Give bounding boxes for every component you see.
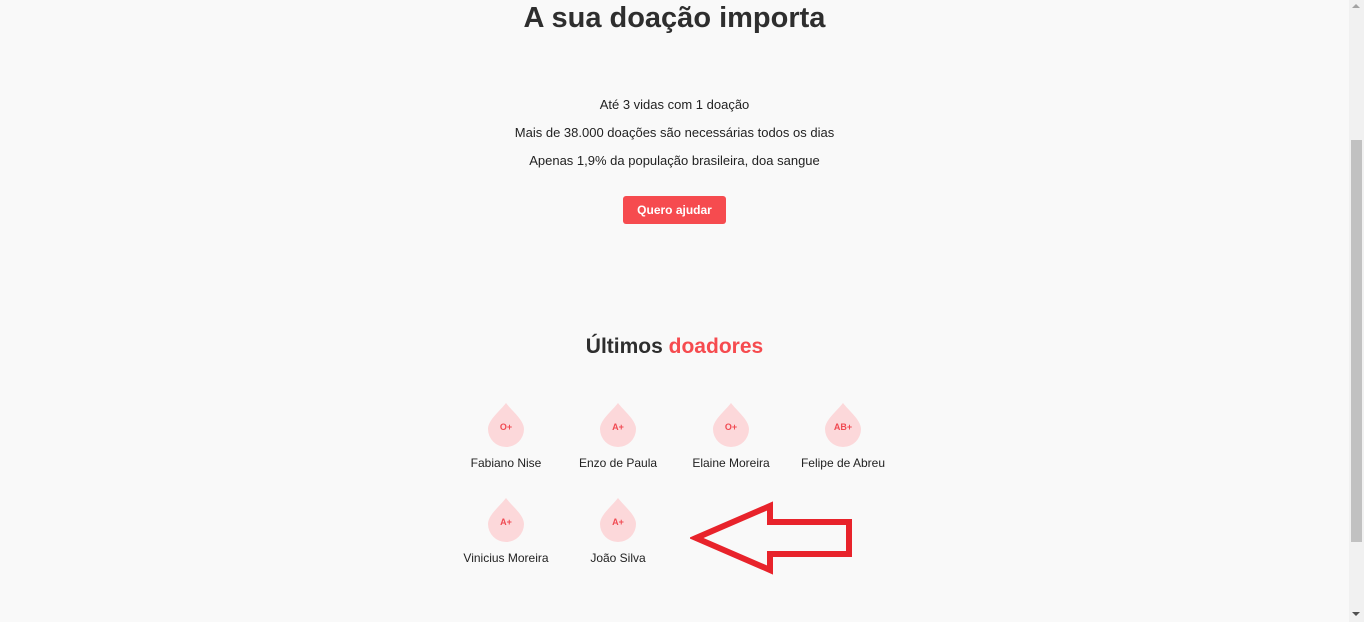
donor-name: Fabiano Nise — [470, 456, 542, 470]
blood-type-label: O+ — [499, 422, 513, 432]
blood-type-label: AB+ — [833, 422, 853, 432]
fact-population: Apenas 1,9% da população brasileira, doa… — [529, 153, 820, 168]
want-to-help-button[interactable]: Quero ajudar — [623, 196, 726, 224]
donor-name: Enzo de Paula — [578, 456, 658, 470]
blood-drop-icon: O+ — [713, 403, 749, 447]
blood-type-label: A+ — [612, 422, 624, 432]
blood-drop-icon: AB+ — [825, 403, 861, 447]
blood-drop-icon: A+ — [600, 498, 636, 542]
blood-drop-icon: A+ — [488, 498, 524, 542]
scrollbar-thumb[interactable] — [1351, 140, 1362, 542]
scroll-down-icon[interactable] — [1352, 612, 1360, 616]
donor-card: A+ Enzo de Paula — [562, 403, 674, 470]
blood-drop-icon: A+ — [600, 403, 636, 447]
donor-card: O+ Fabiano Nise — [450, 403, 562, 470]
vertical-scrollbar[interactable] — [1349, 0, 1364, 622]
blood-drop-icon: O+ — [488, 403, 524, 447]
hero-title: A sua doação importa — [523, 2, 826, 34]
blood-type-label: A+ — [612, 517, 624, 527]
donors-title-prefix: Últimos — [585, 335, 663, 358]
donor-name: Felipe de Abreu — [800, 456, 886, 470]
donor-name: Vinicius Moreira — [463, 551, 549, 565]
donors-title: Últimos doadores — [0, 333, 1349, 361]
donors-title-accent: doadores — [668, 335, 764, 358]
donor-card: AB+ Felipe de Abreu — [787, 403, 899, 470]
blood-type-label: O+ — [724, 422, 738, 432]
donor-name: João Silva — [590, 551, 646, 565]
blood-type-label: A+ — [500, 517, 512, 527]
donor-card: O+ Elaine Moreira — [675, 403, 787, 470]
page: A sua doação importa Até 3 vidas com 1 d… — [0, 0, 1349, 622]
scroll-up-icon[interactable] — [1352, 4, 1360, 8]
hero-facts: Até 3 vidas com 1 doação Mais de 38.000 … — [0, 95, 1349, 179]
fact-daily-donations: Mais de 38.000 doações são necessárias t… — [514, 125, 835, 140]
donor-card: A+ João Silva — [562, 498, 674, 565]
left-arrow-annotation-icon — [690, 501, 852, 575]
fact-lives: Até 3 vidas com 1 doação — [599, 97, 750, 112]
donor-card: A+ Vinicius Moreira — [450, 498, 562, 565]
donor-name: Elaine Moreira — [692, 456, 770, 470]
